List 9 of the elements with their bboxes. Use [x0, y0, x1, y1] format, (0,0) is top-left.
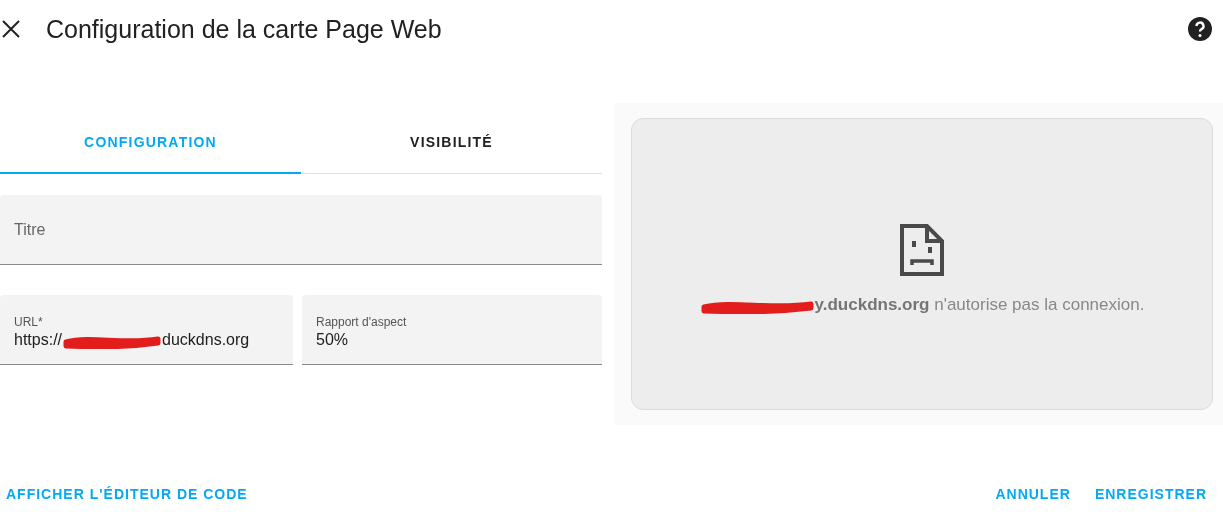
sad-document-icon — [899, 223, 945, 277]
close-button[interactable] — [0, 18, 22, 40]
help-button[interactable] — [1187, 16, 1213, 42]
dialog-title: Configuration de la carte Page Web — [46, 14, 443, 44]
tab[interactable]: VISIBILITÉ — [301, 103, 602, 174]
title-field[interactable]: Titre — [0, 195, 602, 265]
error-message: y.duckdns.org n'autorise pas la connexion. — [814, 295, 1145, 315]
aspect-ratio-field[interactable]: Rapport d'aspect 50% — [302, 295, 602, 365]
url-field[interactable]: URL* https:// duckdns.org — [0, 295, 293, 365]
